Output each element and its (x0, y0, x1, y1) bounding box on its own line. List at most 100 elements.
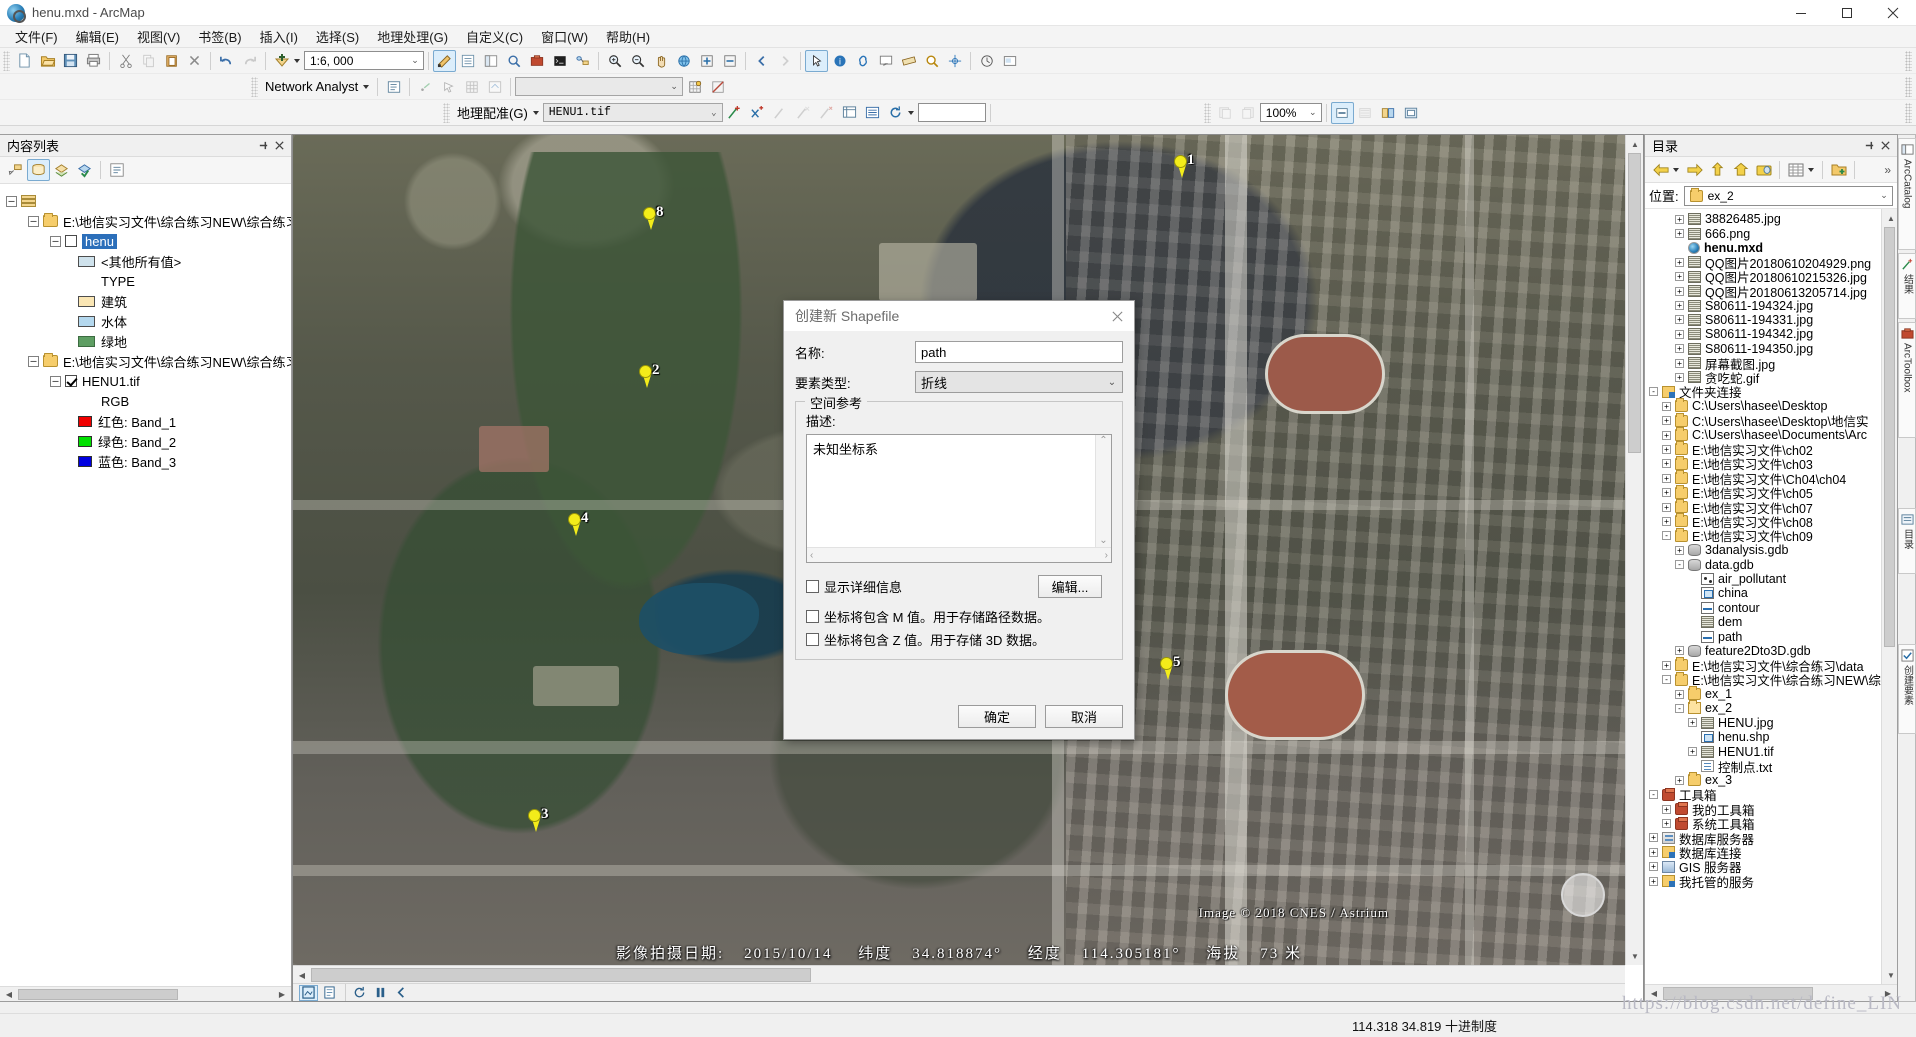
toc-close-icon[interactable] (271, 138, 287, 154)
hyperlink-icon[interactable] (851, 50, 874, 72)
save-icon[interactable] (59, 50, 82, 72)
menu-customize[interactable]: 自定义(C) (457, 25, 532, 48)
list-by-selection-icon[interactable] (73, 159, 96, 181)
catalog-expander[interactable]: - (1662, 531, 1671, 540)
control-point-pin[interactable]: 8 (642, 207, 658, 231)
catalog-tree-item[interactable]: dem (1649, 615, 1881, 629)
description-vertical-scrollbar[interactable]: ⌃ ⌄ (1095, 435, 1111, 547)
catalog-tree-item[interactable]: +我托管的服务 (1649, 874, 1881, 888)
toc-expander[interactable]: – (28, 216, 39, 227)
up-one-level-icon[interactable] (1706, 159, 1729, 181)
catalog-toolbar-overflow-icon[interactable]: » (1884, 163, 1897, 177)
catalog-tree-item[interactable]: +C:\Users\hasee\Desktop\地信实 (1649, 413, 1881, 427)
effects-window-icon[interactable] (1400, 102, 1423, 124)
catalog-expander[interactable]: + (1649, 862, 1658, 871)
connect-to-folder-icon[interactable] (1827, 159, 1850, 181)
control-point-pin[interactable]: 1 (1173, 155, 1189, 179)
html-popup-icon[interactable] (874, 50, 897, 72)
time-slider-icon[interactable] (975, 50, 998, 72)
clear-control-points-icon[interactable] (815, 102, 838, 124)
catalog-expander[interactable]: + (1675, 373, 1684, 382)
chevron-down-icon[interactable]: ⌄ (1102, 372, 1122, 392)
catalog-expander[interactable]: - (1662, 675, 1671, 684)
catalog-window-icon[interactable] (479, 50, 502, 72)
name-input[interactable]: path (915, 341, 1123, 363)
catalog-expander[interactable]: + (1662, 488, 1671, 497)
flicker-layer-icon[interactable] (1354, 102, 1377, 124)
catalog-expander[interactable]: + (1688, 747, 1697, 756)
georeferencing-layer-combo[interactable]: HENU1.tif ⌄ (543, 103, 723, 122)
map-horizontal-scrollbar[interactable]: ◀ ▶ (293, 965, 1625, 983)
modelbuilder-icon[interactable] (571, 50, 594, 72)
catalog-tree-item[interactable]: 控制点.txt (1649, 759, 1881, 773)
georeferencing-grip[interactable] (443, 103, 450, 123)
scroll-up-icon[interactable]: ▲ (1626, 135, 1644, 153)
cut-icon[interactable] (114, 50, 137, 72)
control-point-table-icon[interactable] (769, 102, 792, 124)
description-textbox[interactable]: 未知坐标系 ⌃ ⌄ ‹ › (806, 434, 1112, 563)
edit-button[interactable]: 编辑... (1038, 575, 1102, 598)
catalog-expander[interactable]: + (1675, 344, 1684, 353)
catalog-expander[interactable]: + (1675, 258, 1684, 267)
list-by-drawing-order-icon[interactable] (4, 159, 27, 181)
catalog-expander[interactable]: + (1662, 661, 1671, 670)
catalog-tree-item[interactable]: -data.gdb (1649, 557, 1881, 571)
measure-icon[interactable] (897, 50, 920, 72)
scroll-down-icon[interactable]: ⌄ (1096, 535, 1111, 546)
toc-root-expander[interactable]: – (6, 196, 17, 207)
catalog-expander[interactable]: + (1675, 546, 1684, 555)
menu-insert[interactable]: 插入(I) (251, 25, 307, 48)
back-icon[interactable] (392, 985, 411, 1001)
add-data-dropdown-icon[interactable] (294, 59, 300, 63)
maximize-button[interactable] (1824, 0, 1870, 26)
catalog-tree-item[interactable]: -E:\地信实习文件\综合练习NEW\综 (1649, 673, 1881, 687)
toc-band-red[interactable]: 红色: Band_1 (6, 411, 291, 431)
dock-tab-results[interactable]: 结果 (1898, 253, 1916, 319)
delete-icon[interactable] (183, 50, 206, 72)
scroll-down-icon[interactable]: ▼ (1626, 947, 1644, 965)
toc-layer-henu[interactable]: – henu (6, 231, 291, 251)
map-navigator-control[interactable] (1561, 873, 1605, 917)
add-data-icon[interactable] (270, 50, 293, 72)
catalog-expander[interactable]: - (1675, 704, 1684, 713)
toc-options-icon[interactable] (105, 159, 128, 181)
catalog-expander[interactable]: + (1675, 287, 1684, 296)
scroll-left-icon[interactable]: ‹ (810, 550, 813, 561)
catalog-expander[interactable]: + (1675, 229, 1684, 238)
catalog-expander[interactable]: + (1675, 690, 1684, 699)
toolbar-overflow-icon[interactable] (1905, 77, 1912, 97)
catalog-tree-item[interactable]: +我的工具箱 (1649, 802, 1881, 816)
print-icon[interactable] (82, 50, 105, 72)
control-point-pin[interactable]: 5 (1159, 657, 1175, 681)
m-values-checkbox[interactable] (806, 610, 819, 623)
raster-next-icon[interactable] (1237, 102, 1260, 124)
standard-toolbar-overflow[interactable] (1901, 51, 1916, 71)
add-control-points-icon[interactable] (723, 102, 746, 124)
catalog-expander[interactable]: + (1662, 517, 1671, 526)
find-icon[interactable] (920, 50, 943, 72)
menu-file[interactable]: 文件(F) (6, 25, 67, 48)
image-analysis-icon[interactable] (1377, 102, 1400, 124)
menu-edit[interactable]: 编辑(E) (67, 25, 128, 48)
dock-tab-catalog[interactable]: 目录 (1898, 508, 1916, 574)
chevron-down-icon[interactable]: ⌄ (1876, 187, 1892, 204)
layout-view-tab[interactable] (320, 985, 339, 1001)
network-analyst-dropdown-icon[interactable] (363, 85, 369, 89)
scroll-thumb[interactable] (311, 968, 811, 982)
symbol-swatch[interactable] (78, 256, 95, 267)
effects-toolbar-grip[interactable] (1204, 103, 1211, 123)
auto-register-icon[interactable] (746, 102, 769, 124)
menu-geoprocessing[interactable]: 地理处理(G) (368, 25, 457, 48)
band-swatch[interactable] (78, 436, 92, 447)
minimize-button[interactable] (1778, 0, 1824, 26)
view-link-table-icon[interactable] (838, 102, 861, 124)
raster-previous-icon[interactable] (1214, 102, 1237, 124)
catalog-tree-item[interactable]: contour (1649, 601, 1881, 615)
full-extent-icon[interactable] (672, 50, 695, 72)
catalog-expander[interactable]: - (1675, 560, 1684, 569)
toc-symbol-greenland[interactable]: 绿地 (6, 331, 291, 351)
catalog-tree-item[interactable]: -工具箱 (1649, 788, 1881, 802)
fixed-zoom-out-icon[interactable] (718, 50, 741, 72)
toc-band-blue[interactable]: 蓝色: Band_3 (6, 451, 291, 471)
scale-combo[interactable]: 1:6, 000 ⌄ (304, 51, 424, 70)
